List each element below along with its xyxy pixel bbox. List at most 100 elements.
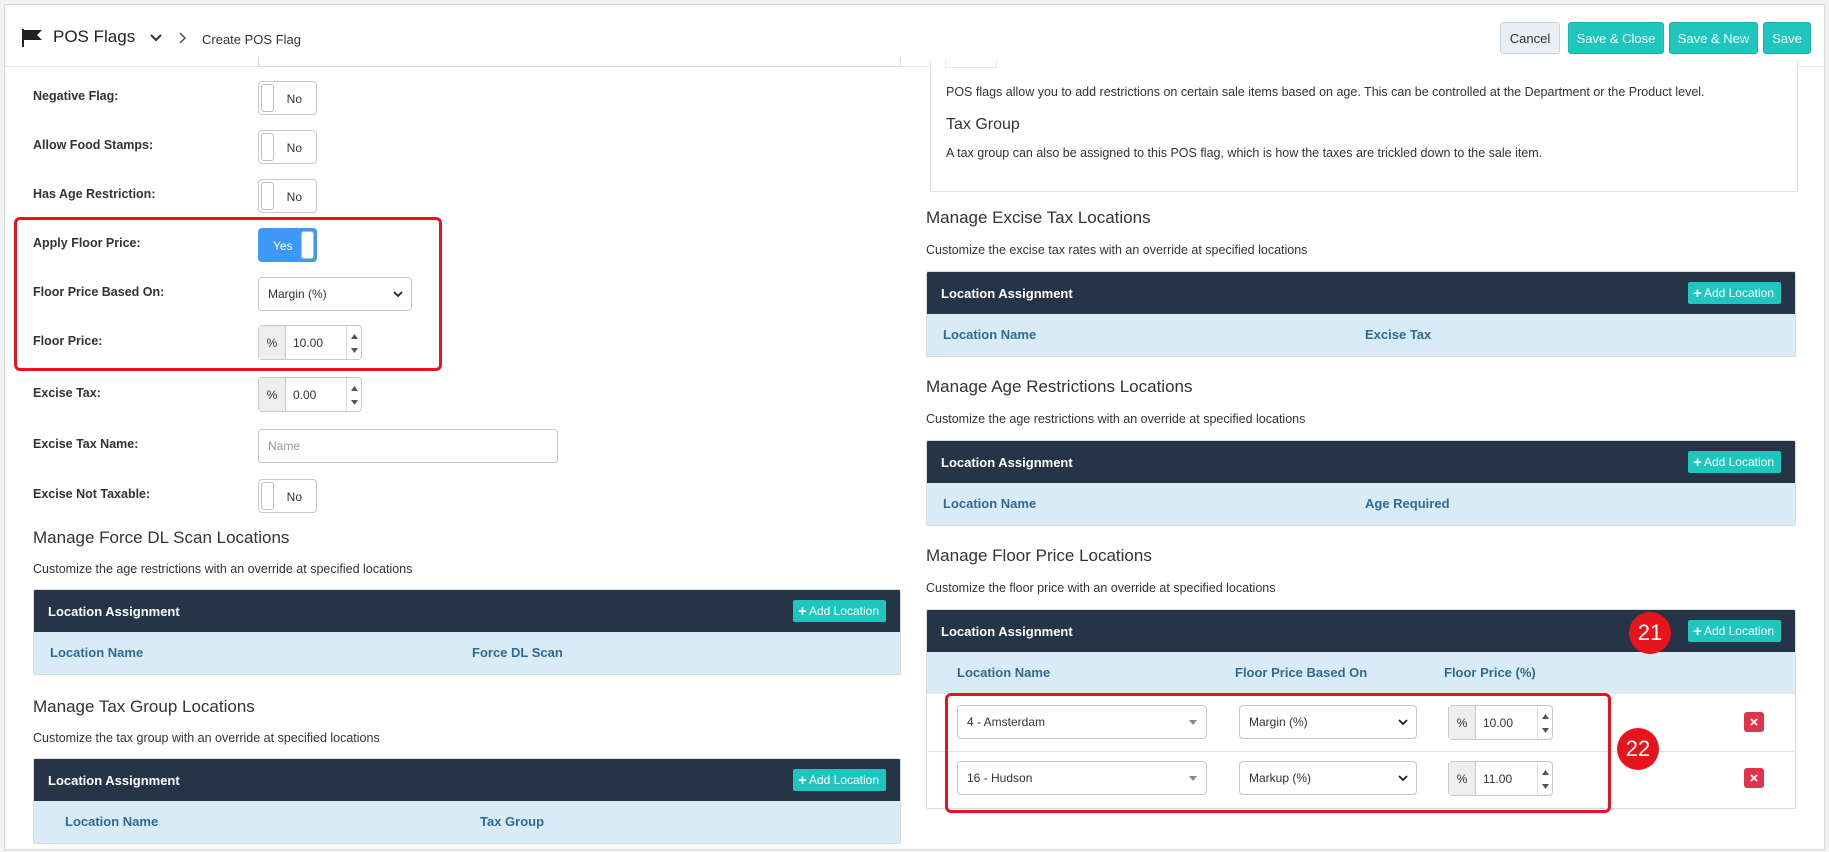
- add-location-label: Add Location: [1703, 455, 1774, 469]
- toggle-label: No: [286, 141, 302, 155]
- excise-tax-value[interactable]: 0.00: [286, 378, 346, 411]
- age-section-title: Manage Age Restrictions Locations: [926, 377, 1193, 396]
- annotation-badge-22: 22: [1617, 728, 1659, 770]
- column-header-force-dl-scan: Force DL Scan: [472, 645, 563, 660]
- allow-food-stamps-toggle[interactable]: No: [258, 130, 317, 164]
- panel-column-headers: Location Name Excise Tax: [927, 314, 1795, 356]
- excise-section-title: Manage Excise Tax Locations: [926, 208, 1151, 227]
- highlight-floor-price-fields: [14, 217, 442, 371]
- column-header-floor-price: Floor Price (%): [1444, 665, 1536, 680]
- tax-group-section-title: Manage Tax Group Locations: [33, 697, 255, 716]
- plus-icon: +: [1693, 453, 1702, 471]
- column-header-location-name: Location Name: [50, 645, 144, 660]
- panel-header: Location Assignment + Add Location: [927, 441, 1795, 483]
- tax-group-info-title: Tax Group: [946, 116, 1020, 133]
- cancel-button[interactable]: Cancel: [1500, 22, 1560, 54]
- plus-icon: +: [798, 602, 807, 620]
- input-placeholder: Name: [268, 439, 301, 453]
- percent-prefix: %: [259, 378, 286, 411]
- column-header-location-name: Location Name: [943, 327, 1037, 342]
- panel-header: Location Assignment + Add Location: [34, 590, 900, 632]
- save-button[interactable]: Save: [1763, 22, 1811, 54]
- add-location-label: Add Location: [808, 604, 879, 618]
- column-header-location-name: Location Name: [65, 814, 159, 829]
- add-location-button[interactable]: + Add Location: [793, 769, 886, 791]
- tax-group-section-subtitle: Customize the tax group with an override…: [33, 731, 380, 745]
- flag-icon: [22, 29, 42, 47]
- tax-group-panel: Location Assignment + Add Location Locati…: [33, 758, 901, 844]
- panel-header: Location Assignment + Add Location: [34, 759, 900, 801]
- excise-not-taxable-toggle[interactable]: No: [258, 479, 317, 513]
- add-location-button[interactable]: + Add Location: [1688, 282, 1781, 304]
- plus-icon: +: [1693, 622, 1702, 640]
- toggle-label: No: [286, 190, 302, 204]
- plus-icon: +: [1693, 284, 1702, 302]
- panel-column-headers: Location Name Floor Price Based On Floor…: [927, 652, 1795, 694]
- has-age-restriction-toggle[interactable]: No: [258, 179, 317, 213]
- panel-title: Location Assignment: [48, 603, 180, 619]
- toggle-label: No: [286, 490, 302, 504]
- has-age-restriction-label: Has Age Restriction:: [33, 187, 156, 201]
- panel-column-headers: Location Name Force DL Scan: [34, 632, 900, 674]
- panel-column-headers: Location Name Tax Group: [34, 801, 900, 843]
- chevron-right-icon: [179, 32, 187, 44]
- panel-title: Location Assignment: [48, 772, 180, 788]
- spin-up-icon[interactable]: [351, 386, 358, 391]
- annotation-badge-21: 21: [1629, 612, 1671, 654]
- chevron-down-icon[interactable]: [149, 33, 163, 43]
- app-window: POS Flags Create POS Flag Cancel Save & …: [4, 4, 1825, 850]
- spin-down-icon[interactable]: [351, 400, 358, 405]
- excise-not-taxable-label: Excise Not Taxable:: [33, 487, 151, 501]
- cut-off-field: [258, 57, 901, 67]
- excise-tax-label: Excise Tax:: [33, 386, 101, 400]
- cut-off-element: [945, 60, 997, 68]
- floor-section-title: Manage Floor Price Locations: [926, 546, 1152, 565]
- column-header-floor-price-based-on: Floor Price Based On: [1235, 665, 1368, 680]
- negative-flag-label: Negative Flag:: [33, 89, 119, 103]
- number-spinner[interactable]: [346, 378, 361, 411]
- column-header-age-required: Age Required: [1365, 496, 1450, 511]
- force-dl-panel: Location Assignment + Add Location Locati…: [33, 589, 901, 675]
- force-dl-section-subtitle: Customize the age restrictions with an o…: [33, 562, 413, 576]
- column-header-tax-group: Tax Group: [480, 814, 545, 829]
- negative-flag-toggle[interactable]: No: [258, 81, 317, 115]
- toggle-knob: [261, 482, 274, 510]
- force-dl-section-title: Manage Force DL Scan Locations: [33, 528, 290, 547]
- column-header-location-name: Location Name: [957, 665, 1051, 680]
- delete-row-button[interactable]: ×: [1744, 768, 1764, 788]
- close-icon: ×: [1749, 713, 1759, 731]
- add-location-button[interactable]: + Add Location: [793, 600, 886, 622]
- toggle-knob: [261, 133, 274, 161]
- panel-column-headers: Location Name Age Required: [927, 483, 1795, 525]
- add-location-button[interactable]: + Add Location: [1688, 451, 1781, 473]
- panel-title: Location Assignment: [941, 623, 1073, 639]
- floor-section-subtitle: Customize the floor price with an overri…: [926, 581, 1276, 595]
- excise-tax-name-input[interactable]: Name: [258, 429, 558, 463]
- excise-tax-input[interactable]: % 0.00: [258, 377, 362, 412]
- save-close-button[interactable]: Save & Close: [1568, 22, 1664, 54]
- add-location-label: Add Location: [1703, 286, 1774, 300]
- highlight-floor-price-rows: [945, 693, 1611, 813]
- age-panel: Location Assignment + Add Location Locati…: [926, 440, 1796, 526]
- panel-header: Location Assignment + Add Location: [927, 272, 1795, 314]
- delete-row-button[interactable]: ×: [1744, 712, 1764, 732]
- add-location-label: Add Location: [808, 773, 879, 787]
- column-header-excise-tax: Excise Tax: [1365, 327, 1432, 342]
- toggle-knob: [261, 182, 274, 210]
- allow-food-stamps-label: Allow Food Stamps:: [33, 138, 154, 152]
- age-section-subtitle: Customize the age restrictions with an o…: [926, 412, 1306, 426]
- excise-panel: Location Assignment + Add Location Locati…: [926, 271, 1796, 357]
- column-header-location-name: Location Name: [943, 496, 1037, 511]
- add-location-button[interactable]: + Add Location: [1688, 620, 1781, 642]
- breadcrumb: Create POS Flag: [202, 32, 301, 47]
- page-title[interactable]: POS Flags: [53, 27, 135, 47]
- tax-group-info-text: A tax group can also be assigned to this…: [946, 146, 1543, 160]
- excise-tax-name-label: Excise Tax Name:: [33, 437, 139, 451]
- toggle-label: No: [286, 92, 302, 106]
- info-box: POS flags allow you to add restrictions …: [930, 60, 1798, 192]
- plus-icon: +: [798, 771, 807, 789]
- panel-title: Location Assignment: [941, 285, 1073, 301]
- pos-flags-info-text: POS flags allow you to add restrictions …: [946, 85, 1705, 99]
- panel-title: Location Assignment: [941, 454, 1073, 470]
- save-new-button[interactable]: Save & New: [1669, 22, 1758, 54]
